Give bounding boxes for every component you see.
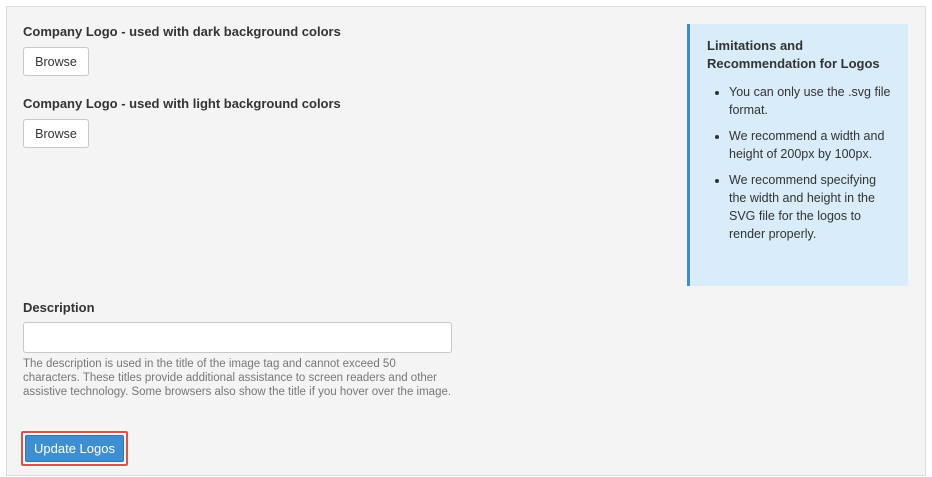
light-logo-label: Company Logo - used with light backgroun… [23,96,341,111]
description-input[interactable] [23,322,452,353]
logo-recommendations-box: Limitations and Recommendation for Logos… [687,24,908,286]
dark-logo-browse-button[interactable]: Browse [23,47,89,76]
update-logos-highlight: Update Logos [21,431,128,466]
update-logos-button[interactable]: Update Logos [25,435,124,462]
dark-logo-label: Company Logo - used with dark background… [23,24,341,39]
recommendation-item: We recommend specifying the width and he… [729,171,894,243]
logo-settings-panel: Company Logo - used with dark background… [6,6,926,476]
light-logo-browse-button[interactable]: Browse [23,119,89,148]
recommendations-title: Limitations and Recommendation for Logos [707,38,880,71]
recommendation-item: You can only use the .svg file format. [729,83,894,119]
description-label: Description [23,300,95,315]
description-help-text: The description is used in the title of … [23,358,452,398]
recommendation-item: We recommend a width and height of 200px… [729,127,894,163]
recommendations-list: You can only use the .svg file format. W… [707,83,894,243]
